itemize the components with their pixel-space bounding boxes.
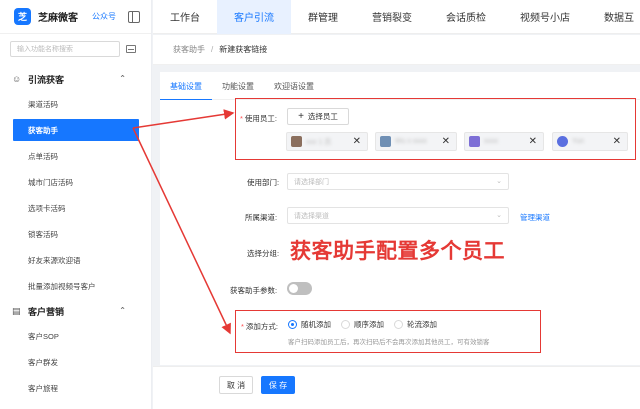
cancel-button[interactable]: 取 消 xyxy=(219,376,253,394)
sidebar-item-acquisition-assistant[interactable]: 获客助手 xyxy=(13,119,139,141)
sidebar-item-lock-qrcode[interactable]: 锁客活码 xyxy=(0,221,152,247)
nav-item-marketing-fission[interactable]: 营销裂变 xyxy=(355,0,429,34)
manage-channel-link[interactable]: 管理渠道 xyxy=(520,212,550,223)
sidebar: 芝 芝麻微客 公众号 输入功能名称搜索 ☺ 引流获客 ⌃ 渠道活码 获客助手 点… xyxy=(0,0,152,409)
tab-feature-settings[interactable]: 功能设置 xyxy=(212,80,264,100)
sidebar-group-label: 客户营销 xyxy=(28,306,65,317)
tab-welcome-settings[interactable]: 欢迎语设置 xyxy=(264,80,324,100)
menu-search-placeholder: 输入功能名称搜索 xyxy=(17,46,73,53)
sidebar-group-customer-marketing[interactable]: ▤ 客户营销 ⌃ xyxy=(0,299,152,323)
breadcrumb-separator: / xyxy=(211,45,214,54)
sidebar-menu: ☺ 引流获客 ⌃ 渠道活码 获客助手 点单活码 城市门店活码 选项卡活码 锁客活… xyxy=(0,67,152,401)
brand-name: 芝麻微客 xyxy=(38,13,78,24)
sidebar-item-tab-qrcode[interactable]: 选项卡活码 xyxy=(0,195,152,221)
archive-icon[interactable] xyxy=(126,45,136,53)
annotation-box-add-method xyxy=(235,310,541,353)
sidebar-item-order-qrcode[interactable]: 点单活码 xyxy=(0,143,152,169)
nav-item-group-management[interactable]: 群管理 xyxy=(291,0,355,34)
sidebar-item-city-store-qrcode[interactable]: 城市门店活码 xyxy=(0,169,152,195)
nav-item-session-qc[interactable]: 会话质检 xyxy=(429,0,503,34)
channel-select[interactable]: 请选择渠道 ⌄ xyxy=(287,207,509,224)
annotation-box-staff xyxy=(235,98,636,160)
breadcrumb-parent[interactable]: 获客助手 xyxy=(173,44,205,55)
sidebar-item-channel-qrcode[interactable]: 渠道活码 xyxy=(0,91,152,117)
top-nav: 工作台 客户引流 群管理 营销裂变 会话质检 视频号小店 数据互 xyxy=(153,0,640,34)
department-label: 使用部门: xyxy=(247,178,280,187)
book-icon: ▤ xyxy=(12,305,21,316)
collapse-sidebar-icon[interactable] xyxy=(128,11,140,23)
department-placeholder: 请选择部门 xyxy=(294,178,329,186)
nav-item-workbench[interactable]: 工作台 xyxy=(153,0,217,34)
assistant-param-toggle[interactable] xyxy=(287,282,312,295)
nav-item-video-shop[interactable]: 视频号小店 xyxy=(503,0,587,34)
department-select[interactable]: 请选择部门 ⌄ xyxy=(287,173,509,190)
chevron-down-icon: ⌄ xyxy=(496,212,502,219)
chevron-up-icon: ⌃ xyxy=(119,74,126,83)
nav-item-data[interactable]: 数据互 xyxy=(587,0,640,34)
nav-item-customer-traffic[interactable]: 客户引流 xyxy=(217,0,291,34)
channel-label: 所属渠道: xyxy=(245,213,278,222)
tab-basic-settings[interactable]: 基础设置 xyxy=(160,80,212,100)
chevron-up-icon: ⌃ xyxy=(119,306,126,315)
sidebar-group-lead-acquisition[interactable]: ☺ 引流获客 ⌃ xyxy=(0,67,152,91)
sidebar-item-customer-journey[interactable]: 客户旅程 xyxy=(0,375,152,401)
breadcrumb: 获客助手 / 新建获客链接 xyxy=(153,35,640,65)
account-type-tag[interactable]: 公众号 xyxy=(92,11,116,22)
save-button[interactable]: 保 存 xyxy=(261,376,295,394)
sidebar-item-friend-welcome[interactable]: 好友来源欢迎语 xyxy=(0,247,152,273)
menu-search-row: 输入功能名称搜索 xyxy=(10,40,140,58)
menu-search-input[interactable]: 输入功能名称搜索 xyxy=(10,41,120,57)
sidebar-item-customer-sop[interactable]: 客户SOP xyxy=(0,323,152,349)
user-icon: ☺ xyxy=(12,73,22,84)
sidebar-group-label: 引流获客 xyxy=(28,74,65,85)
channel-placeholder: 请选择渠道 xyxy=(294,212,329,220)
sidebar-item-customer-broadcast[interactable]: 客户群发 xyxy=(0,349,152,375)
brand-logo-icon: 芝 xyxy=(14,8,31,25)
settings-tabs: 基础设置 功能设置 欢迎语设置 xyxy=(160,80,640,100)
annotation-text: 获客助手配置多个员工 xyxy=(290,240,505,263)
chevron-down-icon: ⌄ xyxy=(496,178,502,185)
group-label: 选择分组: xyxy=(247,249,280,258)
breadcrumb-current: 新建获客链接 xyxy=(219,45,268,54)
assistant-param-label: 获客助手参数: xyxy=(230,286,278,295)
sidebar-item-batch-video-customers[interactable]: 批量添加视频号客户 xyxy=(0,273,152,299)
form-footer: 取 消 保 存 xyxy=(153,366,640,409)
